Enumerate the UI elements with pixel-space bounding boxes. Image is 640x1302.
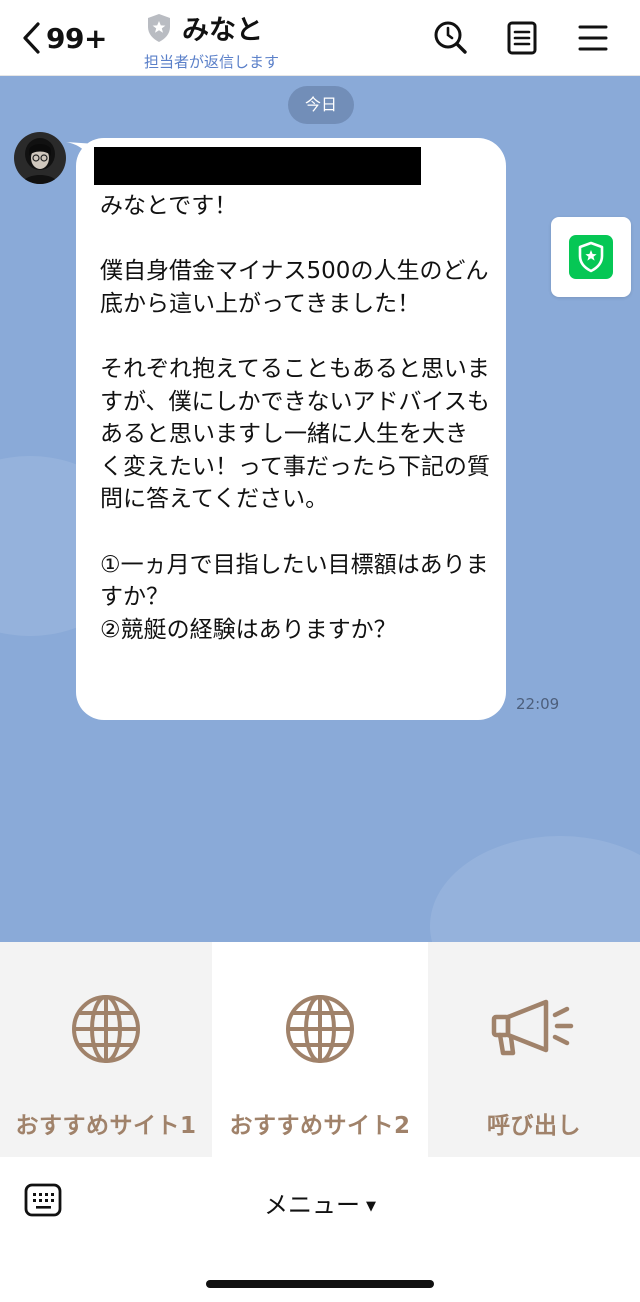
home-indicator	[206, 1280, 434, 1288]
rich-menu-label: おすすめサイト2	[229, 1113, 411, 1139]
avatar[interactable]	[14, 132, 66, 184]
bottom-bar: メニュー ▼	[0, 1157, 640, 1302]
notes-button[interactable]	[502, 18, 542, 58]
rich-menu-label: おすすめサイト1	[15, 1113, 197, 1139]
redacted-text	[94, 147, 421, 185]
message-text: みなとです！ 僕自身借金マイナス500の人生のどん底から這い上がってきました！ …	[100, 193, 490, 643]
chat-area[interactable]: 今日 みなとです！ 僕自身借金マイナス500の人生のどん底から這い上がってきまし…	[0, 76, 640, 942]
rich-menu-item-call[interactable]: 呼び出し	[428, 942, 640, 1157]
chat-title-area[interactable]: みなと 担当者が返信します	[144, 8, 280, 72]
chat-title: みなと	[182, 15, 263, 46]
chevron-left-icon	[20, 21, 42, 55]
rich-menu-item-site1[interactable]: おすすめサイト1	[0, 942, 212, 1157]
caret-down-icon: ▼	[366, 1199, 376, 1214]
note-icon	[502, 18, 542, 58]
back-button[interactable]: 99+	[20, 16, 107, 60]
unread-count: 99+	[46, 21, 107, 55]
chat-subtitle: 担当者が返信します	[144, 53, 280, 71]
message-timestamp: 22:09	[516, 695, 560, 713]
rich-menu-label: 呼び出し	[487, 1113, 581, 1139]
search-button[interactable]	[431, 18, 471, 58]
rich-menu-item-site2[interactable]: おすすめサイト2	[212, 942, 428, 1157]
chat-header: 99+ みなと 担当者が返信します	[0, 0, 640, 76]
globe-icon	[286, 995, 354, 1063]
rich-menu-toggle[interactable]: メニュー ▼	[0, 1185, 640, 1220]
background-cloud	[430, 836, 640, 942]
safety-button[interactable]	[551, 217, 631, 297]
official-badge-icon	[146, 13, 172, 43]
menu-button[interactable]	[573, 18, 613, 58]
date-separator: 今日	[288, 86, 354, 124]
megaphone-icon	[491, 999, 574, 1056]
message-bubble[interactable]: みなとです！ 僕自身借金マイナス500の人生のどん底から這い上がってきました！ …	[76, 138, 506, 720]
rich-menu: おすすめサイト1 おすすめサイト2 呼び出し	[0, 942, 640, 1157]
search-icon	[431, 18, 471, 58]
globe-icon	[72, 995, 140, 1063]
menu-toggle-label: メニュー	[264, 1191, 360, 1219]
hamburger-menu-icon	[573, 18, 613, 58]
